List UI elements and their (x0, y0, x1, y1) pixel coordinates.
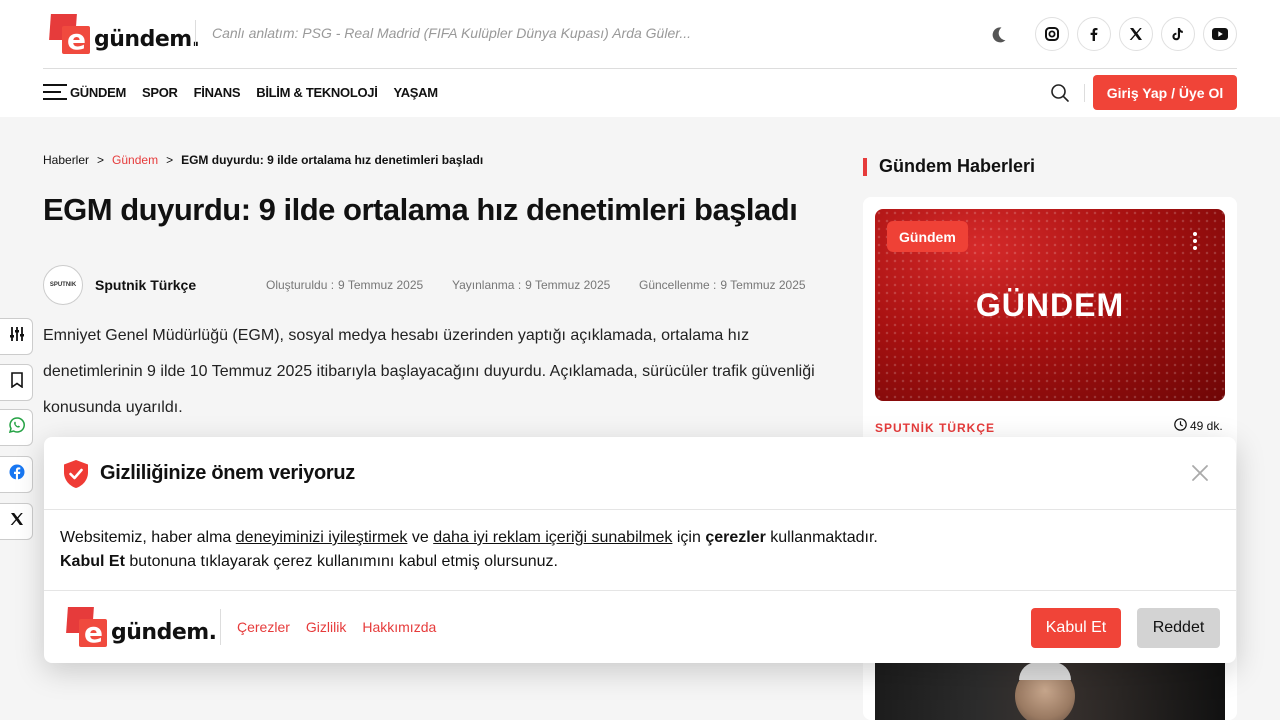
breadcrumb: Haberler > Gündem > EGM duyurdu: 9 ilde … (43, 153, 483, 167)
cookie-link-ads[interactable]: daha iyi reklam içeriği sunabilmek (433, 529, 672, 546)
cookie-text-bold: Kabul Et (60, 553, 125, 570)
meta-published: Yayınlanma :9 Temmuz 2025 (452, 278, 610, 292)
cookie-dialog-message: Websitemiz, haber alma deneyiminizi iyil… (60, 526, 878, 574)
footer-separator (220, 609, 221, 645)
share-facebook-button[interactable] (0, 456, 33, 493)
site-header: e gündem. Canlı anlatım: PSG - Real Madr… (0, 0, 1280, 117)
cookie-dialog-footer: e gündem. Çerezler Gizlilik Hakkımızda K… (44, 590, 1236, 663)
site-logo[interactable]: e gündem. (49, 14, 200, 56)
link-privacy[interactable]: Gizlilik (306, 619, 346, 635)
read-time-value: 49 dk. (1190, 419, 1223, 433)
cookie-text: kullanmaktadır. (765, 529, 878, 546)
author-avatar[interactable]: SPUTNIK (43, 265, 83, 305)
bookmark-icon (10, 372, 24, 393)
instagram-icon[interactable] (1035, 17, 1069, 51)
nav-item-yasam[interactable]: YAŞAM (394, 85, 439, 100)
meta-updated: Güncellenme :9 Temmuz 2025 (639, 278, 806, 292)
logo-text: gündem. (111, 619, 217, 645)
meta-created: Oluşturuldu :9 Temmuz 2025 (266, 278, 423, 292)
hamburger-menu-icon[interactable] (43, 84, 67, 102)
cookie-dialog-title: Gizliliğinize önem veriyoruz (100, 462, 355, 484)
live-ticker-link[interactable]: Canlı anlatım: PSG - Real Madrid (FIFA K… (212, 25, 691, 41)
moon-icon[interactable] (988, 25, 1008, 45)
bookmark-button[interactable] (0, 364, 33, 401)
cookie-text: ve (407, 529, 434, 546)
nav-item-finans[interactable]: FİNANS (194, 85, 241, 100)
author-name[interactable]: Sputnik Türkçe (95, 277, 196, 293)
cookie-text: Websitemiz, haber alma (60, 529, 236, 546)
cookie-footer-links: Çerezler Gizlilik Hakkımızda (237, 619, 436, 635)
sidebar-image-text: GÜNDEM (975, 287, 1125, 323)
x-icon (10, 512, 24, 531)
meta-published-value: 9 Temmuz 2025 (525, 278, 611, 292)
accept-button[interactable]: Kabul Et (1031, 608, 1121, 648)
close-icon[interactable] (1190, 463, 1210, 483)
cookie-text: butonuna tıklayarak çerez kullanımını ka… (124, 553, 558, 570)
sidebar-news-image-2[interactable] (875, 662, 1225, 720)
cookie-link-experience[interactable]: deneyiminizi iyileştirmek (236, 529, 408, 546)
breadcrumb-separator: > (97, 153, 105, 167)
breadcrumb-home[interactable]: Haberler (43, 153, 89, 167)
sidebar-read-time: 49 dk. (1174, 418, 1223, 434)
article-body: Emniyet Genel Müdürlüğü (EGM), sosyal me… (43, 327, 815, 416)
header-separator (43, 68, 1237, 69)
logo-text: gündem. (94, 26, 200, 52)
meta-updated-label: Güncellenme : (639, 278, 717, 292)
nav-item-bilim-teknoloji[interactable]: BİLİM & TEKNOLOJİ (256, 85, 378, 100)
breadcrumb-current: EGM duyurdu: 9 ilde ortalama hız denetim… (181, 153, 484, 167)
header-divider (195, 20, 196, 46)
sidebar-news-source[interactable]: SPUTNİK TÜRKÇE (875, 421, 995, 435)
reject-button[interactable]: Reddet (1137, 608, 1220, 648)
share-whatsapp-button[interactable] (0, 409, 33, 446)
link-cookies[interactable]: Çerezler (237, 619, 290, 635)
clock-icon (1174, 418, 1187, 434)
shield-check-icon (62, 459, 90, 489)
meta-updated-value: 9 Temmuz 2025 (720, 278, 806, 292)
meta-created-value: 9 Temmuz 2025 (338, 278, 424, 292)
footer-logo[interactable]: e gündem. (66, 607, 217, 649)
login-button[interactable]: Giriş Yap / Üye Ol (1093, 75, 1237, 110)
meta-published-label: Yayınlanma : (452, 278, 522, 292)
facebook-icon (9, 464, 25, 485)
cookie-text-bold: çerezler (705, 529, 766, 546)
sliders-icon (9, 326, 25, 347)
share-x-button[interactable] (0, 503, 33, 540)
font-settings-button[interactable] (0, 318, 33, 355)
tiktok-icon[interactable] (1161, 17, 1195, 51)
cookie-consent-dialog: Gizliliğinize önem veriyoruz Websitemiz,… (44, 437, 1236, 663)
breadcrumb-separator: > (166, 153, 174, 167)
nav-item-gundem[interactable]: GÜNDEM (70, 85, 126, 100)
sidebar-title: Gündem Haberleri (879, 156, 1036, 176)
nav-separator (1084, 84, 1085, 102)
breadcrumb-category[interactable]: Gündem (112, 153, 158, 167)
meta-created-label: Oluşturuldu : (266, 278, 335, 292)
article-title: EGM duyurdu: 9 ilde ortalama hız denetim… (43, 192, 798, 227)
nav-item-spor[interactable]: SPOR (142, 85, 178, 100)
search-icon[interactable] (1050, 83, 1070, 103)
cookie-text: için (672, 529, 706, 546)
facebook-icon[interactable] (1077, 17, 1111, 51)
link-about[interactable]: Hakkımızda (362, 619, 436, 635)
logo-mark-icon: e (66, 607, 109, 649)
avatar-logo-text: SPUTNIK (49, 282, 77, 288)
x-icon[interactable] (1119, 17, 1153, 51)
logo-mark-icon: e (49, 14, 92, 56)
sidebar-category-badge[interactable]: Gündem (887, 221, 968, 252)
main-nav: GÜNDEM SPOR FİNANS BİLİM & TEKNOLOJİ YAŞ… (70, 85, 438, 100)
sidebar-title-accent (863, 158, 867, 176)
whatsapp-icon (8, 417, 25, 438)
youtube-icon[interactable] (1203, 17, 1237, 51)
cookie-dialog-header: Gizliliğinize önem veriyoruz (44, 437, 1236, 510)
more-options-icon[interactable] (1193, 232, 1199, 253)
